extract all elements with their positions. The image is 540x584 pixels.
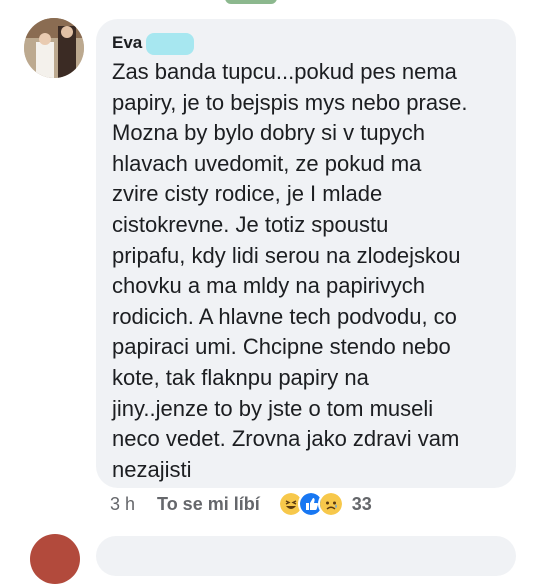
reactions-summary[interactable] (277, 491, 344, 517)
previous-item-fragment (225, 0, 277, 4)
next-comment-avatar[interactable] (30, 534, 80, 584)
avatar[interactable] (24, 18, 84, 78)
sad-icon (317, 491, 344, 517)
redaction-mark (146, 33, 195, 55)
timestamp[interactable]: 3 h (110, 494, 135, 515)
comment-bubble: Eva Zas banda tupcu...pokud pes nema pap… (96, 19, 516, 488)
author-name[interactable]: Eva (112, 33, 142, 53)
like-button[interactable]: To se mi líbí (157, 494, 260, 515)
comment-text: Zas banda tupcu...pokud pes nema papiry,… (112, 59, 468, 482)
author-row: Eva (112, 32, 498, 55)
comment-actions: 3 h To se mi líbí 33 (110, 491, 440, 517)
reaction-count[interactable]: 33 (352, 494, 372, 515)
next-comment-bubble (96, 536, 516, 576)
